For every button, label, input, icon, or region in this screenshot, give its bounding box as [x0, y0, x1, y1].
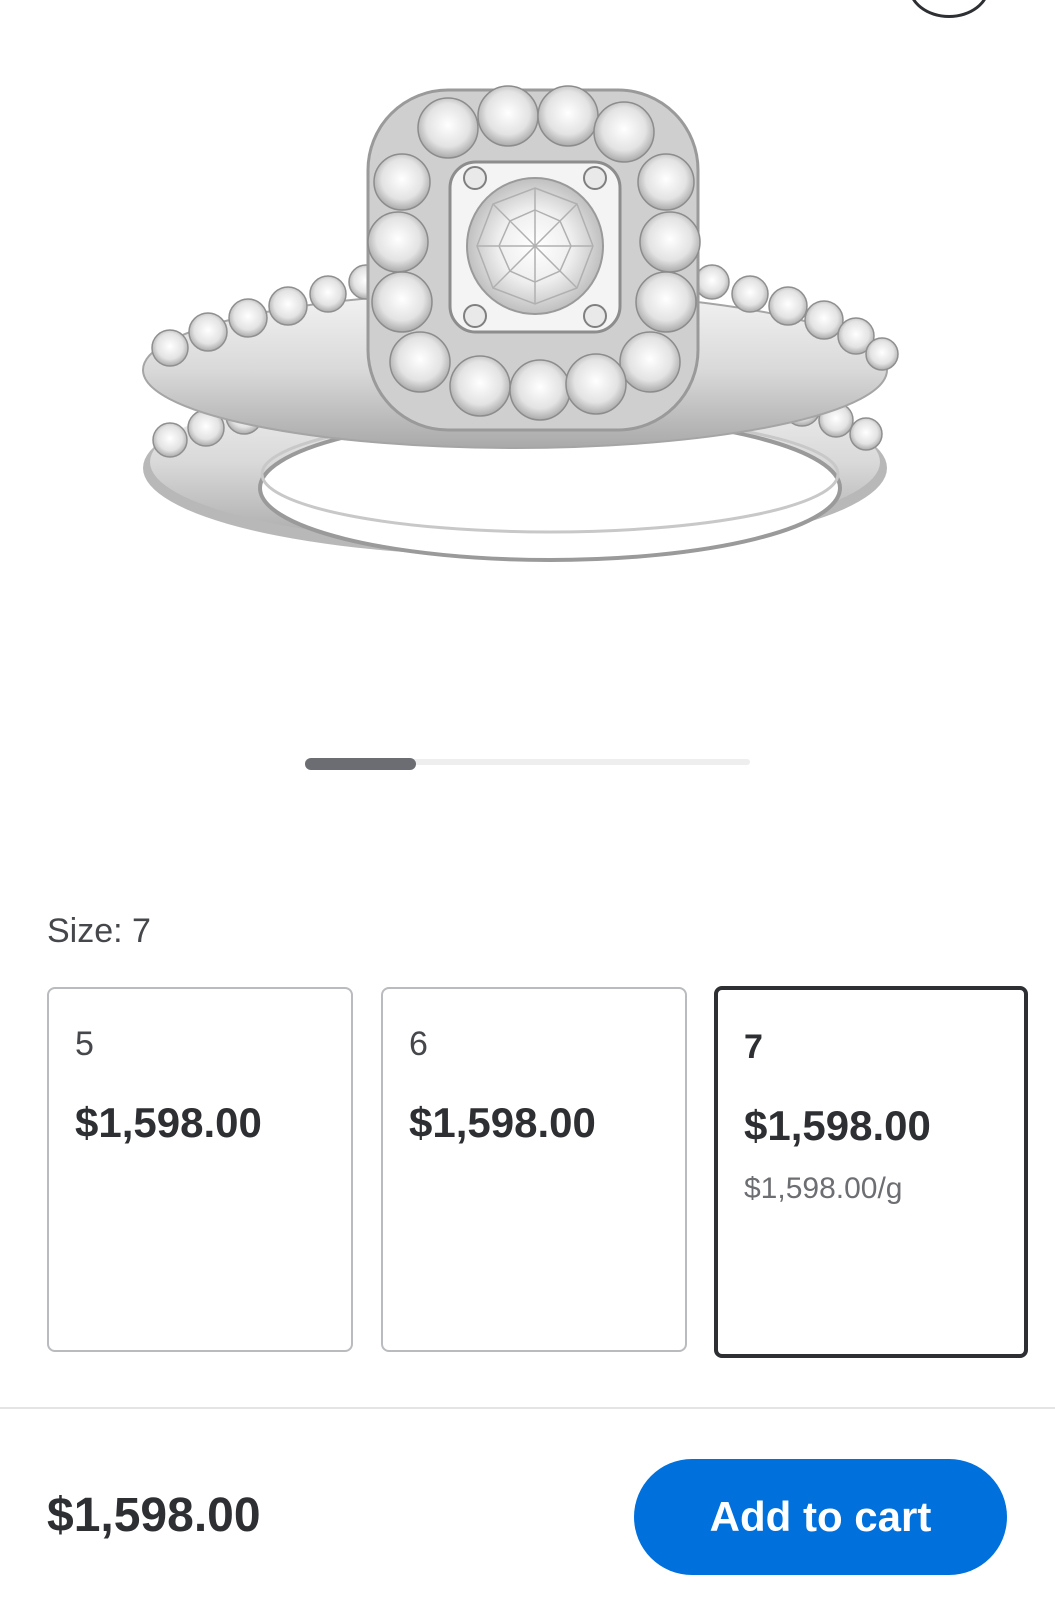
size-option-unit-price: $1,598.00/g	[744, 1172, 903, 1205]
carousel-active-indicator	[305, 758, 417, 770]
image-carousel-indicator[interactable]	[305, 758, 750, 770]
size-option-value: 5	[75, 1025, 94, 1063]
size-option-7[interactable]: 7 $1,598.00 $1,598.00/g	[714, 986, 1028, 1358]
size-option-value: 6	[409, 1025, 428, 1063]
size-option-price: $1,598.00	[75, 1099, 262, 1146]
size-option-5[interactable]: 5 $1,598.00	[47, 987, 353, 1352]
footer-divider	[0, 1407, 1055, 1409]
close-button[interactable]	[908, 0, 990, 18]
size-option-6[interactable]: 6 $1,598.00	[381, 987, 687, 1352]
size-option-price: $1,598.00	[409, 1099, 596, 1146]
add-to-cart-button[interactable]: Add to cart	[634, 1459, 1007, 1575]
size-option-value: 7	[744, 1028, 763, 1066]
size-option-price: $1,598.00	[744, 1102, 931, 1149]
product-image[interactable]	[130, 70, 920, 590]
footer-price: $1,598.00	[47, 1489, 261, 1542]
size-label: Size: 7	[47, 912, 151, 950]
